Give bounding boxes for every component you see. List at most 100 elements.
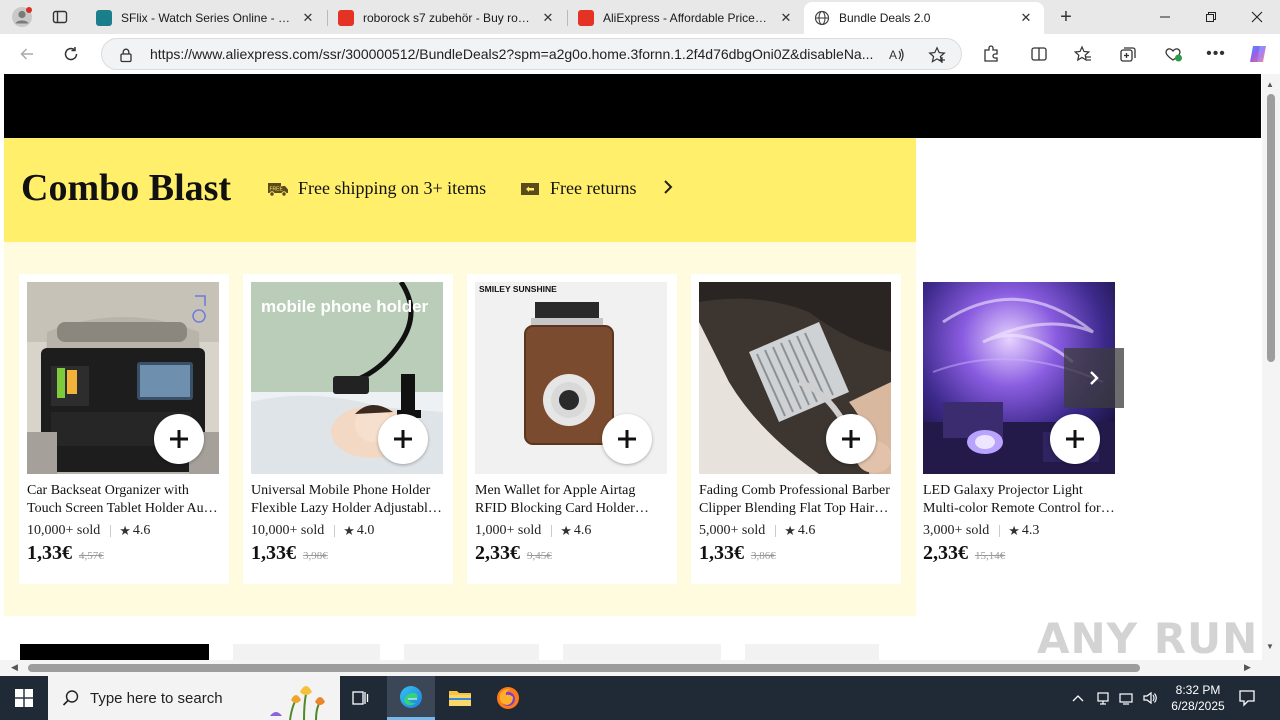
split-screen-icon[interactable] xyxy=(1024,40,1054,68)
add-to-bundle-button[interactable] xyxy=(602,414,652,464)
back-icon[interactable] xyxy=(12,40,42,68)
free-returns-perk[interactable]: Free returns xyxy=(519,178,636,199)
folder-icon xyxy=(449,691,471,706)
scrollbar-corner xyxy=(1262,660,1280,676)
copilot-icon[interactable] xyxy=(1243,40,1273,68)
aliexpress-favicon-icon xyxy=(338,10,354,26)
browser-essentials-icon[interactable] xyxy=(1158,40,1188,68)
refresh-icon[interactable] xyxy=(56,40,86,68)
product-card[interactable]: LED Galaxy Projector Light Multi-color R… xyxy=(915,274,1125,584)
add-to-bundle-button[interactable] xyxy=(1050,414,1100,464)
top-banner xyxy=(4,74,1261,138)
notifications-icon[interactable] xyxy=(1236,676,1258,720)
start-button[interactable] xyxy=(0,676,48,720)
chevron-up-icon xyxy=(1072,695,1084,702)
restore-icon[interactable] xyxy=(1188,0,1234,34)
more-menu-icon[interactable]: ••• xyxy=(1201,40,1231,68)
extensions-icon[interactable] xyxy=(976,40,1006,68)
current-price: 2,33€ xyxy=(475,542,520,564)
next-section-tile[interactable] xyxy=(404,644,539,660)
taskbar-clock[interactable]: 8:32 PM 6/28/2025 xyxy=(1160,682,1236,714)
scroll-down-icon[interactable]: ▼ xyxy=(1266,642,1274,651)
product-card[interactable]: mobile phone holder Universal Mobile Pho… xyxy=(243,274,453,584)
next-section-tile[interactable] xyxy=(20,644,209,660)
taskbar: Type here to search 8:32 PM 6/28/2025 xyxy=(0,676,1280,720)
aliexpress-favicon-icon xyxy=(578,10,594,26)
original-price: 9,45€ xyxy=(527,550,552,562)
address-bar[interactable]: https://www.aliexpress.com/ssr/300000512… xyxy=(101,38,962,70)
search-icon xyxy=(62,690,79,706)
minimize-icon[interactable] xyxy=(1142,0,1188,34)
scroll-up-icon[interactable]: ▲ xyxy=(1266,80,1274,89)
tab-bundle-deals[interactable]: Bundle Deals 2.0 ✕ xyxy=(804,2,1044,34)
add-to-bundle-button[interactable] xyxy=(826,414,876,464)
product-card[interactable]: SMILEY SUNSHINE Men Wallet for Apple Air… xyxy=(467,274,677,584)
sold-count: 3,000+ sold xyxy=(923,523,990,538)
favorite-star-icon[interactable] xyxy=(928,46,946,69)
product-title[interactable]: LED Galaxy Projector Light Multi-color R… xyxy=(923,482,1117,518)
sflix-favicon-icon xyxy=(96,10,112,26)
rating: 4.6 xyxy=(132,523,151,538)
product-price: 2,33€ 9,45€ xyxy=(475,542,552,565)
close-window-icon[interactable] xyxy=(1234,0,1280,34)
site-info-lock-icon[interactable] xyxy=(118,47,134,68)
new-tab-icon[interactable]: + xyxy=(1052,4,1080,30)
taskbar-firefox[interactable] xyxy=(484,676,532,720)
original-price: 3,98€ xyxy=(303,550,328,562)
add-to-bundle-button[interactable] xyxy=(154,414,204,464)
profile-avatar-icon[interactable] xyxy=(8,4,36,30)
product-meta: 1,000+ sold ★ 4.6 xyxy=(475,523,591,539)
taskbar-edge[interactable] xyxy=(387,676,435,720)
product-card[interactable]: Car Backseat Organizer with Touch Screen… xyxy=(19,274,229,584)
horizontal-scrollbar[interactable]: ◀ ▶ xyxy=(0,660,1262,676)
product-title[interactable]: Fading Comb Professional Barber Clipper … xyxy=(699,482,893,518)
task-view-button[interactable] xyxy=(336,676,384,720)
chevron-right-icon[interactable] xyxy=(662,178,674,201)
show-hidden-icons[interactable] xyxy=(1068,676,1088,720)
taskbar-search[interactable]: Type here to search xyxy=(48,676,340,720)
next-section-tile[interactable] xyxy=(745,644,879,660)
product-price: 1,33€ 3,86€ xyxy=(699,542,776,565)
taskbar-file-explorer[interactable] xyxy=(436,676,484,720)
product-meta: 3,000+ sold ★ 4.3 xyxy=(923,523,1039,539)
meta-divider xyxy=(551,525,553,537)
image-caption: SMILEY SUNSHINE xyxy=(479,284,557,294)
current-price: 1,33€ xyxy=(251,542,296,564)
rating: 4.6 xyxy=(573,523,592,538)
device-tray-icon[interactable] xyxy=(1092,676,1114,720)
url-text[interactable]: https://www.aliexpress.com/ssr/300000512… xyxy=(150,46,876,62)
tab-aliexpress[interactable]: AliExpress - Affordable Prices on T ✕ xyxy=(568,2,804,34)
vertical-scrollbar[interactable]: ▲ ▼ xyxy=(1262,74,1280,660)
product-title[interactable]: Men Wallet for Apple Airtag RFID Blockin… xyxy=(475,482,669,518)
add-to-bundle-button[interactable] xyxy=(378,414,428,464)
favorites-icon[interactable] xyxy=(1068,40,1098,68)
close-tab-icon[interactable]: ✕ xyxy=(300,10,316,26)
search-placeholder: Type here to search xyxy=(90,689,223,707)
tab-actions-icon[interactable] xyxy=(46,4,74,30)
next-section-tile[interactable] xyxy=(563,644,721,660)
tab-sflix[interactable]: SFlix - Watch Series Online - FREE ✕ xyxy=(86,2,326,34)
close-tab-icon[interactable]: ✕ xyxy=(778,10,794,26)
carousel-next-button[interactable] xyxy=(1064,348,1124,408)
current-price: 1,33€ xyxy=(699,542,744,564)
collections-icon[interactable] xyxy=(1113,40,1143,68)
scroll-right-icon[interactable]: ▶ xyxy=(1244,662,1251,673)
scroll-left-icon[interactable]: ◀ xyxy=(11,662,18,673)
clock-time: 8:32 PM xyxy=(1175,683,1221,697)
close-tab-icon[interactable]: ✕ xyxy=(540,10,556,26)
svg-text:FREE: FREE xyxy=(270,186,284,192)
vertical-scroll-thumb[interactable] xyxy=(1267,94,1275,362)
combo-header: Combo Blast FREE Free shipping on 3+ ite… xyxy=(4,138,916,242)
return-box-icon xyxy=(521,182,539,195)
horizontal-scroll-thumb[interactable] xyxy=(28,664,1140,672)
product-title[interactable]: Car Backseat Organizer with Touch Screen… xyxy=(27,482,221,518)
read-aloud-icon[interactable]: A xyxy=(888,46,906,69)
product-card[interactable]: Fading Comb Professional Barber Clipper … xyxy=(691,274,901,584)
combo-blast-section: Combo Blast FREE Free shipping on 3+ ite… xyxy=(4,138,916,616)
volume-icon[interactable] xyxy=(1139,676,1161,720)
product-title[interactable]: Universal Mobile Phone Holder Flexible L… xyxy=(251,482,445,518)
network-icon[interactable] xyxy=(1115,676,1137,720)
tab-roborock[interactable]: roborock s7 zubehör - Buy roborock ✕ xyxy=(328,2,566,34)
close-tab-icon[interactable]: ✕ xyxy=(1018,10,1034,26)
next-section-tile[interactable] xyxy=(233,644,380,660)
